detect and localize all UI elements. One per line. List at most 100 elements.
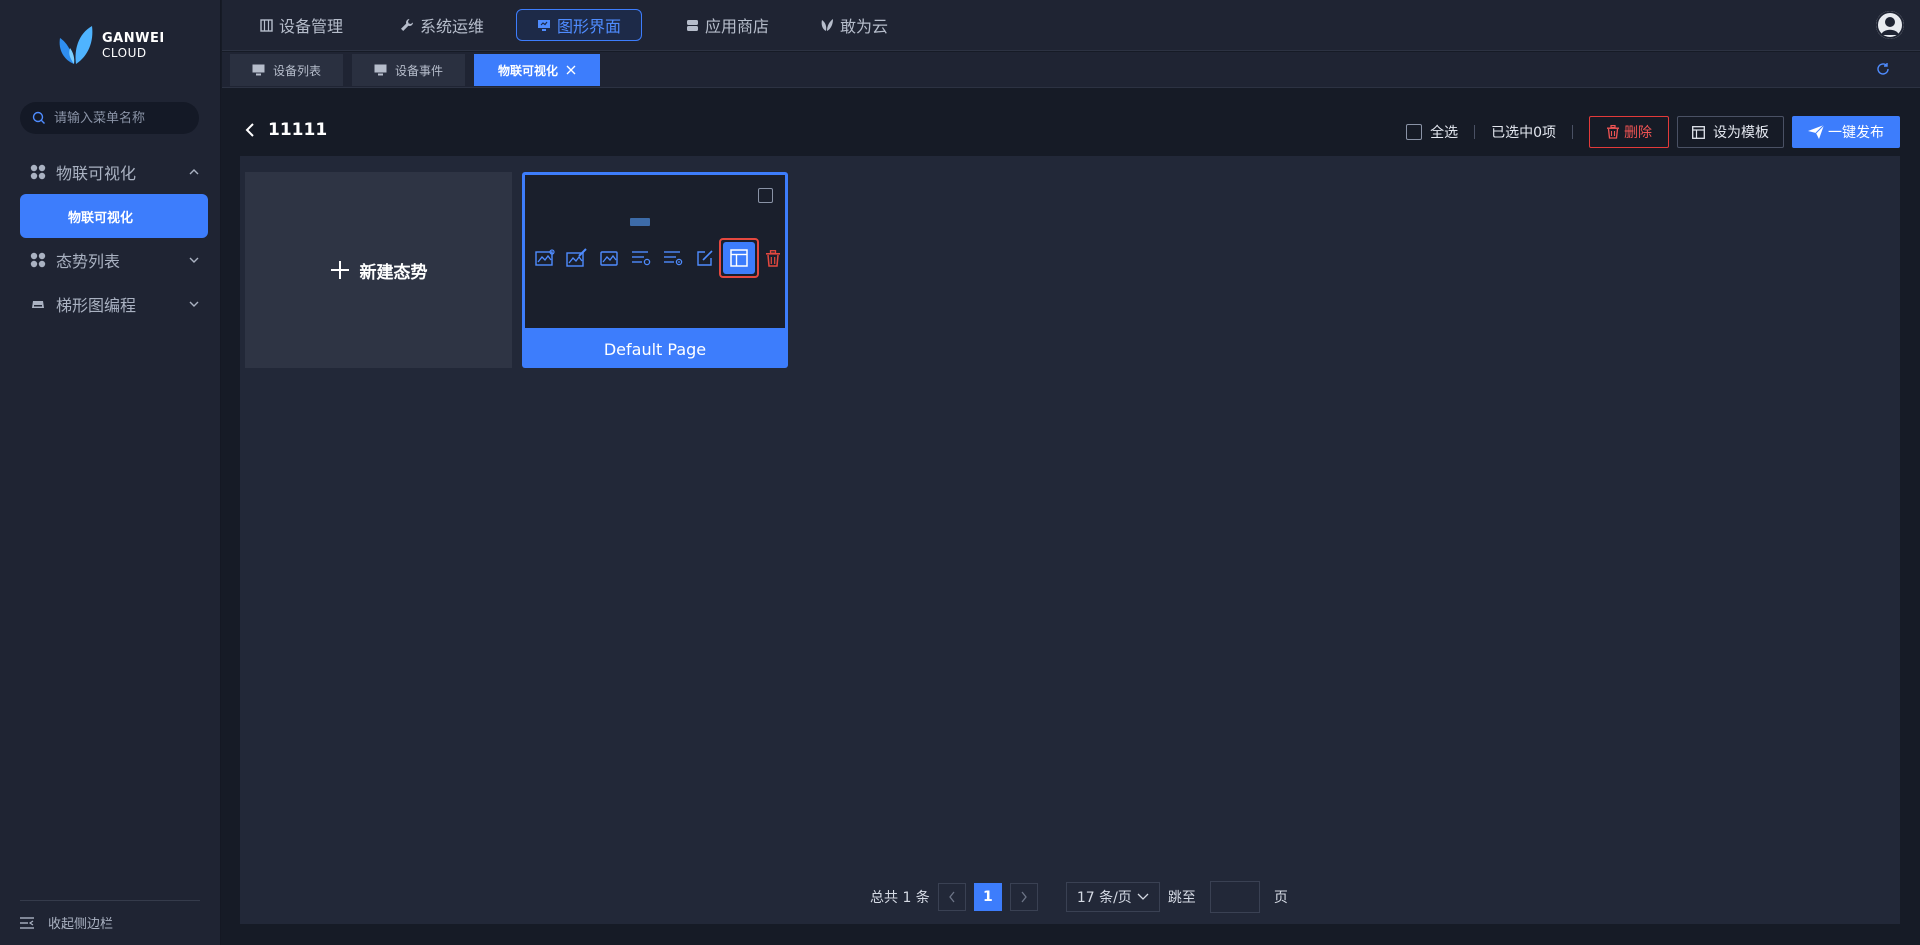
page-card-checkbox[interactable] [758, 188, 773, 203]
chevron-down-icon [189, 257, 199, 263]
select-all-label: 全选 [1430, 125, 1459, 141]
butterfly-logo-icon [59, 26, 93, 64]
next-page-button[interactable] [1009, 883, 1038, 911]
set-template-action-highlight [719, 238, 759, 278]
pagination-total: 总共 1 条 [870, 890, 930, 906]
collapse-menu-icon [20, 916, 34, 929]
image-edit-icon [566, 248, 587, 267]
nav-tab-graphical-ui[interactable]: 图形界面 [516, 9, 643, 41]
edit-button[interactable] [689, 242, 721, 274]
image-icon [600, 251, 618, 266]
sidebar-divider [20, 900, 200, 901]
search-icon [32, 111, 45, 124]
new-situation-card[interactable]: 新建态势 [245, 172, 512, 368]
menu-search-input[interactable] [54, 110, 184, 126]
page-tab-iot-visual[interactable]: 物联可视化 [474, 54, 601, 86]
chevron-down-icon [189, 301, 199, 307]
page-card-actions [529, 238, 789, 278]
jump-to-label: 跳至 [1167, 890, 1196, 906]
page-size-select[interactable]: 17 条/页 [1065, 882, 1160, 912]
store-icon [687, 19, 698, 31]
nav-tab-label: 图形界面 [557, 17, 622, 36]
user-avatar[interactable] [1876, 11, 1904, 39]
delete-button[interactable]: 删除 [1589, 116, 1669, 148]
page-header: 11111 [244, 120, 327, 140]
chevron-left-icon [948, 891, 955, 903]
page-tab-device-events[interactable]: 设备事件 [352, 54, 466, 86]
list-settings-button[interactable] [625, 242, 657, 274]
sidebar-group-label: 态势列表 [56, 252, 121, 271]
pagination: 总共 1 条 1 17 条/页 跳至 页 [870, 881, 1288, 913]
set-template-button[interactable]: 设为模板 [1677, 116, 1784, 148]
nav-tab-label: 系统运维 [420, 17, 485, 36]
collapse-label: 收起侧边栏 [48, 917, 114, 932]
page-tab-label: 物联可视化 [498, 63, 559, 78]
page-tab-label: 设备事件 [395, 63, 444, 78]
page-tab-device-list[interactable]: 设备列表 [230, 54, 344, 86]
toolbar: 全选 已选中0项 删除 设为模板 一键发布 [1406, 116, 1900, 148]
jump-page-input[interactable] [1209, 881, 1260, 913]
checkbox-box[interactable] [1406, 124, 1423, 140]
nav-tab-device-management[interactable]: 设备管理 [240, 9, 363, 41]
nav-tab-app-store[interactable]: 应用商店 [666, 9, 789, 41]
page-tabs: 设备列表 设备事件 物联可视化 [222, 52, 1920, 88]
nav-tab-system-ops[interactable]: 系统运维 [380, 9, 504, 41]
refresh-icon[interactable] [1876, 62, 1890, 76]
sidebar-group-label: 梯形图编程 [56, 296, 137, 315]
sidebar-group-ladder-programming[interactable]: 梯形图编程 [30, 292, 200, 316]
nav-tab-ganwei-cloud[interactable]: 敢为云 [800, 9, 908, 41]
thumbnail-preview-element [630, 218, 650, 226]
page-suffix-label: 页 [1273, 890, 1288, 906]
modules-icon [30, 164, 46, 180]
brand-text: GANWEI CLOUD [102, 31, 165, 61]
publish-button[interactable]: 一键发布 [1792, 116, 1900, 148]
collapse-sidebar-button[interactable]: 收起侧边栏 [20, 913, 113, 932]
prev-page-button[interactable] [937, 883, 966, 911]
sidebar-item-label: 物联可视化 [68, 210, 134, 226]
monitor-icon [374, 64, 387, 76]
page-number-current[interactable]: 1 [973, 883, 1002, 911]
modules-icon [30, 252, 46, 268]
page-card[interactable]: Default Page [522, 172, 788, 368]
nav-tab-label: 设备管理 [279, 17, 344, 36]
sidebar-item-iot-visual[interactable]: 物联可视化 [20, 194, 208, 238]
select-all-checkbox[interactable]: 全选 [1406, 122, 1458, 142]
device-icon [260, 18, 273, 32]
back-arrow-icon[interactable] [244, 122, 256, 138]
sidebar-group-label: 物联可视化 [56, 164, 137, 183]
plus-icon [330, 261, 349, 279]
preview-image-button[interactable] [529, 242, 561, 274]
chevron-down-icon [1137, 893, 1149, 900]
delete-label: 删除 [1624, 125, 1652, 141]
page-thumbnail [525, 175, 785, 328]
list-settings-icon [632, 251, 651, 266]
new-situation-label: 新建态势 [359, 262, 428, 283]
close-icon[interactable] [566, 65, 576, 75]
brand-line1: GANWEI [102, 31, 165, 46]
image-preview-icon [535, 249, 555, 266]
edit-image-button[interactable] [561, 242, 593, 274]
nav-tab-label: 应用商店 [705, 17, 770, 36]
image-button[interactable] [593, 242, 625, 274]
template-action-button[interactable] [723, 242, 755, 274]
nav-tab-label: 敢为云 [840, 17, 889, 36]
cloud-icon [821, 19, 833, 31]
brand-logo[interactable]: GANWEI CLOUD [56, 24, 165, 68]
page-card-label: Default Page [603, 340, 707, 359]
toolbar-separator [1474, 125, 1476, 139]
sidebar-group-iot-visual[interactable]: 物联可视化 [30, 160, 200, 184]
trash-icon [766, 249, 780, 267]
template-icon [1692, 125, 1705, 139]
sidebar-group-situation-list[interactable]: 态势列表 [30, 248, 200, 272]
chevron-right-icon [1021, 891, 1027, 903]
list-config-button[interactable] [657, 242, 689, 274]
brand-line2: CLOUD [102, 46, 147, 60]
page-tab-label: 设备列表 [273, 63, 322, 78]
wrench-icon [401, 19, 413, 31]
project-title: 11111 [268, 120, 328, 140]
list-config-icon [664, 251, 683, 266]
delete-page-button[interactable] [757, 242, 789, 274]
page-size-value: 17 条/页 [1076, 890, 1132, 906]
top-navigation: 设备管理 系统运维 图形界面 应用商店 敢为云 [222, 0, 1920, 51]
menu-search [20, 102, 199, 134]
